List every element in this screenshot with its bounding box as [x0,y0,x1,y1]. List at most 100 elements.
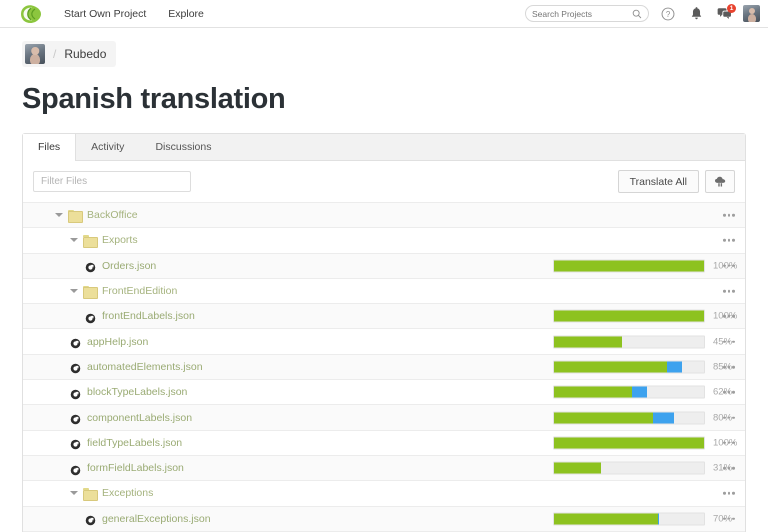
nav-link-explore[interactable]: Explore [168,8,204,20]
tab-files[interactable]: Files [23,134,77,161]
progress-segment-pending [632,386,647,398]
file-name[interactable]: Orders.json [102,260,156,272]
progress-segment-translated [554,361,667,373]
progress-segment-pending [657,513,659,525]
progress-segment-translated [554,462,601,474]
progress-track [553,309,705,323]
progress-track [553,335,705,349]
chevron-down-icon[interactable] [55,211,64,220]
row-actions-menu-button[interactable] [723,264,735,268]
tree-row-file[interactable]: fieldTypeLabels.json100% [23,430,745,456]
nav-right-cluster: ? 1 [525,3,760,23]
upload-cloud-icon [714,176,725,187]
nav-link-start-own-project[interactable]: Start Own Project [64,8,146,20]
translation-progress-bar [553,335,705,349]
messages-button[interactable]: 1 [715,3,736,23]
tree-row-file[interactable]: componentLabels.json80% [23,405,745,431]
progress-segment-translated [554,310,704,322]
row-actions-menu-button[interactable] [723,213,735,217]
breadcrumb-owner-link[interactable]: Rubedo [64,47,106,61]
tree-row-file[interactable]: blockTypeLabels.json62% [23,380,745,406]
file-name[interactable]: automatedElements.json [87,361,203,373]
progress-track [553,461,705,475]
chevron-down-icon[interactable] [70,489,79,498]
row-actions-menu-button[interactable] [723,289,735,293]
tree-row-file[interactable]: frontEndLabels.json100% [23,304,745,330]
tree-row-label: Orders.json [23,260,156,273]
row-actions-menu-button[interactable] [723,517,735,520]
search-input[interactable] [532,8,630,19]
help-button[interactable]: ? [659,5,677,23]
row-actions-menu-button[interactable] [723,466,735,470]
json-file-icon [85,311,96,324]
translation-progress-bar [553,512,705,526]
row-actions-menu-button[interactable] [723,315,735,318]
json-file-icon [85,513,96,526]
progress-segment-translated [554,386,632,398]
progress-track [553,385,705,399]
translate-all-button[interactable]: Translate All [617,170,699,193]
progress-segment-translated [554,412,653,424]
file-name[interactable]: generalExceptions.json [102,513,211,525]
folder-name[interactable]: FrontEndEdition [102,285,177,297]
folder-icon [83,487,98,501]
row-actions-menu-button[interactable] [723,441,735,445]
row-actions-menu-button[interactable] [723,365,735,369]
tree-row-file[interactable]: automatedElements.json85% [23,354,745,381]
row-actions-menu-button[interactable] [723,492,735,495]
folder-name[interactable]: Exports [102,234,138,246]
tree-row-file[interactable]: generalExceptions.json70% [23,506,745,532]
upload-button[interactable] [705,170,735,193]
folder-name[interactable]: BackOffice [87,209,138,221]
tab-discussions[interactable]: Discussions [140,134,227,160]
tree-row-label: BackOffice [23,209,138,223]
rubedo-logo[interactable] [12,4,50,24]
file-name[interactable]: fieldTypeLabels.json [87,437,182,449]
tree-row-file[interactable]: formFieldLabels.json31% [23,455,745,482]
row-actions-menu-button[interactable] [723,239,735,242]
row-actions-menu-button[interactable] [723,390,735,394]
folder-icon [68,209,83,223]
breadcrumb-avatar[interactable] [25,44,45,64]
row-actions-menu-button[interactable] [723,416,735,419]
tree-row-file[interactable]: appHelp.json45% [23,329,745,355]
primary-nav-links: Start Own Project Explore [64,8,204,20]
json-file-icon [70,412,81,425]
chevron-down-icon[interactable] [70,287,79,296]
breadcrumb-separator: / [53,47,57,61]
tree-row-label: generalExceptions.json [23,513,211,526]
progress-segment-translated [554,336,622,348]
json-file-icon [70,387,81,399]
file-name[interactable]: blockTypeLabels.json [87,386,187,398]
tab-activity[interactable]: Activity [76,134,140,160]
tree-row-label: formFieldLabels.json [23,462,184,475]
folder-icon [83,234,98,248]
tree-row-label: Exports [23,234,138,248]
tree-row-file[interactable]: Orders.json100% [23,253,745,279]
file-tree: BackOffice Exports Orders.json100% FrontEnd… [23,202,745,532]
tree-row-label: automatedElements.json [23,361,203,374]
file-name[interactable]: appHelp.json [87,336,148,348]
translation-progress-bar [553,309,705,323]
search-projects-box[interactable] [525,5,649,22]
translation-progress-bar [553,259,705,273]
file-name[interactable]: componentLabels.json [87,412,192,424]
messages-badge: 1 [727,3,736,13]
search-icon [632,9,642,18]
translation-progress-bar [553,461,705,475]
folder-name[interactable]: Exceptions [102,487,153,499]
translation-progress-bar [553,436,705,450]
tree-row-folder[interactable]: FrontEndEdition [23,278,745,305]
file-name[interactable]: formFieldLabels.json [87,462,184,474]
progress-track [553,360,705,374]
chevron-down-icon[interactable] [70,236,79,245]
row-actions-menu-button[interactable] [723,340,735,343]
filter-files-input[interactable] [33,171,191,192]
tree-row-label: componentLabels.json [23,412,192,425]
tree-row-folder[interactable]: BackOffice [23,203,745,229]
file-name[interactable]: frontEndLabels.json [102,310,195,322]
tree-row-folder[interactable]: Exceptions [23,481,745,507]
user-avatar[interactable] [743,5,760,22]
notifications-button[interactable] [687,5,705,23]
tree-row-folder[interactable]: Exports [23,228,745,254]
